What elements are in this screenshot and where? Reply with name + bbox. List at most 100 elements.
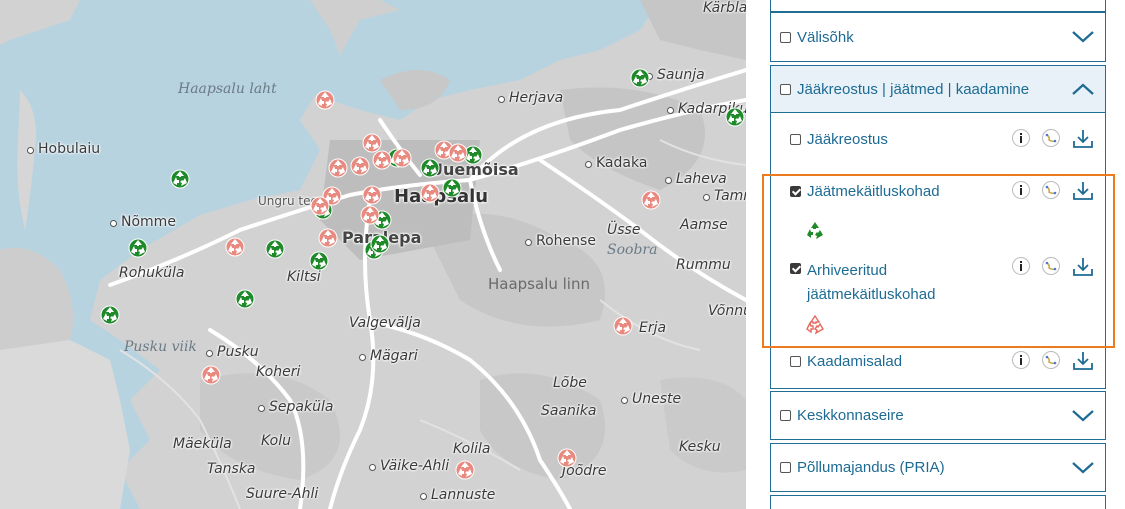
map-label-25: Pusku viik: [124, 339, 197, 355]
layer-kaadamisalad-checkbox[interactable]: [790, 356, 801, 367]
map-label-29: Lõbe: [553, 375, 587, 391]
waste-site-marker[interactable]: [265, 239, 285, 259]
download-icon[interactable]: [1071, 180, 1095, 202]
legend-icon[interactable]: [1041, 180, 1061, 200]
archived-waste-site-marker[interactable]: [350, 156, 370, 176]
archived-waste-site-marker[interactable]: [201, 365, 221, 385]
map-label-9: Tammiku: [714, 188, 746, 204]
map-label-41: Lannuste: [431, 487, 496, 503]
chevron-down-icon[interactable]: [1071, 461, 1095, 475]
group-valisohk-row: Välisõhk: [780, 13, 854, 61]
archived-waste-site-marker[interactable]: [362, 185, 382, 205]
archived-waste-site-marker[interactable]: [315, 90, 335, 110]
recycle-archived-icon: [805, 314, 825, 335]
map-label-36: Kesku: [679, 439, 721, 455]
map-label-30: Uneste: [632, 391, 682, 407]
map-label-3: Herjava: [509, 90, 564, 106]
group-pollumajandus-row: Põllumajandus (PRIA): [780, 444, 945, 491]
archived-waste-site-marker[interactable]: [392, 148, 412, 168]
map-label-21: Haapsalu linn: [488, 275, 590, 293]
group-valisohk-checkbox[interactable]: [780, 31, 791, 43]
map-place-dot: [359, 354, 366, 361]
archived-waste-site-marker[interactable]: [372, 150, 392, 170]
map-place-dot: [585, 161, 592, 168]
download-icon[interactable]: [1071, 128, 1095, 150]
map-label-28: Koheri: [256, 364, 301, 380]
group-jaakreostus[interactable]: Jääkreostus | jäätmed | kaadamine: [770, 65, 1106, 113]
waste-site-marker[interactable]: [128, 238, 148, 258]
map-place-dot: [498, 96, 505, 103]
map-label-31: Sepaküla: [269, 399, 334, 415]
waste-site-marker[interactable]: [630, 68, 650, 88]
archived-waste-site-marker[interactable]: [613, 316, 633, 336]
layer-jaakreostus-checkbox[interactable]: [790, 134, 801, 145]
archived-waste-site-marker[interactable]: [641, 190, 661, 210]
legend-icon[interactable]: [1041, 350, 1061, 370]
archived-waste-site-marker[interactable]: [318, 228, 338, 248]
recycle-icon: [805, 221, 825, 241]
layer-arhiveeritud-checkbox[interactable]: [790, 263, 801, 274]
map-label-16: Soobra: [607, 242, 658, 258]
waste-site-marker[interactable]: [170, 169, 190, 189]
group-pollumajandus[interactable]: Põllumajandus (PRIA): [770, 443, 1106, 492]
map-place-dot: [206, 350, 213, 357]
group-valisohk[interactable]: Välisõhk: [770, 12, 1106, 62]
map-place-dot: [703, 194, 710, 201]
archived-waste-site-marker[interactable]: [557, 448, 577, 468]
archived-waste-site-marker[interactable]: [310, 196, 330, 216]
group-jaakreostus-checkbox[interactable]: [780, 83, 791, 95]
map-label-22: Võnnu: [708, 303, 746, 319]
map-view[interactable]: Kärbla Saunja Haapsalu laht Herjava Kadarpik…: [0, 0, 746, 509]
chevron-up-icon[interactable]: [1071, 82, 1095, 96]
archived-waste-site-marker[interactable]: [448, 143, 468, 163]
group-keskkonnaseire[interactable]: Keskkonnaseire: [770, 391, 1106, 440]
map-label-2: Haapsalu laht: [178, 81, 277, 97]
map-label-38: Väike-Ahli: [380, 458, 450, 474]
group-pollumajandus-checkbox[interactable]: [780, 462, 791, 473]
map-label-23: Valgevälja: [349, 315, 421, 331]
group-jaakreostus-row: Jääkreostus | jäätmed | kaadamine: [780, 66, 1029, 112]
info-icon[interactable]: [1011, 180, 1031, 200]
legend-icon[interactable]: [1041, 256, 1061, 276]
map-label-34: Kolu: [261, 433, 292, 449]
layer-kaadamisalad-label: Kaadamisalad: [807, 353, 903, 370]
info-icon[interactable]: [1011, 128, 1031, 148]
waste-site-marker[interactable]: [725, 107, 745, 127]
download-icon[interactable]: [1071, 350, 1095, 372]
map-label-35: Kolila: [453, 441, 491, 457]
map-label-20: Kiltsi: [287, 269, 321, 285]
archived-waste-site-marker[interactable]: [455, 460, 475, 480]
waste-site-marker[interactable]: [100, 305, 120, 325]
map-label-7: Kadaka: [596, 155, 648, 171]
chevron-down-icon[interactable]: [1071, 30, 1095, 44]
chevron-down-icon[interactable]: [1071, 409, 1095, 423]
layer-actions-0: [1011, 128, 1095, 150]
archived-waste-site-marker[interactable]: [360, 205, 380, 225]
waste-site-marker[interactable]: [442, 178, 462, 198]
group-valisohk-label: Välisõhk: [797, 28, 854, 46]
group-keskkonnaseire-label: Keskkonnaseire: [797, 407, 904, 424]
layer-arhiveeritud: Arhiveeritud jäätmekäitluskohad: [790, 258, 990, 304]
waste-site-marker[interactable]: [309, 251, 329, 271]
layer-jaatmekaitluskohad-label: Jäätmekäitluskohad: [807, 183, 940, 200]
group-keskkonnaseire-checkbox[interactable]: [780, 410, 791, 421]
info-icon[interactable]: [1011, 256, 1031, 276]
waste-site-marker[interactable]: [370, 234, 390, 254]
waste-site-marker[interactable]: [235, 289, 255, 309]
archived-waste-site-marker[interactable]: [420, 183, 440, 203]
archived-waste-site-marker[interactable]: [225, 237, 245, 257]
legend-icon[interactable]: [1041, 128, 1061, 148]
waste-site-marker[interactable]: [420, 158, 440, 178]
map-label-33: Mäeküla: [173, 436, 232, 452]
layer-actions-2: [1011, 256, 1095, 278]
group-top-partial: [770, 0, 1106, 12]
map-place-dot: [110, 220, 117, 227]
map-label-5: Hobulaiu: [38, 141, 101, 157]
archived-waste-site-marker[interactable]: [328, 158, 348, 178]
map-place-dot: [420, 493, 427, 500]
layer-jaatmekaitluskohad-checkbox[interactable]: [790, 186, 801, 197]
download-icon[interactable]: [1071, 256, 1095, 278]
map-label-17: Aamse: [680, 217, 728, 233]
map-label-14: Rohense: [536, 233, 596, 249]
info-icon[interactable]: [1011, 350, 1031, 370]
